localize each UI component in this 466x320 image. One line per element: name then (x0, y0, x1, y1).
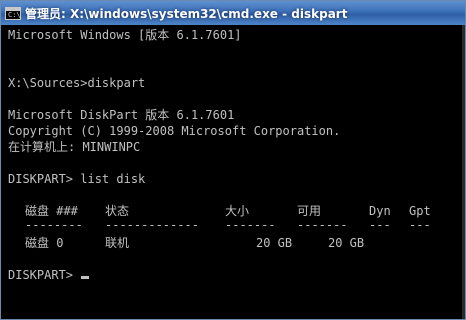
disk-cell: 磁盘 0 (25, 236, 64, 250)
column-separator-dyn: --- (369, 218, 391, 232)
console-prompt-line[interactable]: DISKPART> (8, 267, 90, 283)
console-output[interactable]: Microsoft Windows [版本 6.1.7601] X:\Sourc… (1, 25, 465, 319)
column-separator-size: ------- (225, 218, 276, 232)
status-cell: 联机 (105, 236, 130, 250)
column-separator-status: ------------- (105, 218, 199, 232)
column-separator-free: ------- (297, 218, 348, 232)
cmd-window: C:\ 管理员: X:\windows\system32\cmd.exe - d… (0, 0, 466, 320)
size-cell: 20 GB (256, 236, 293, 250)
window-title: 管理员: X:\windows\system32\cmd.exe - diskp… (25, 6, 348, 21)
title-bar[interactable]: C:\ 管理员: X:\windows\system32\cmd.exe - d… (1, 1, 465, 25)
console-line-computer: 在计算机上: MINWINPC (8, 140, 141, 154)
console-line-version: Microsoft Windows [版本 6.1.7601] (8, 28, 242, 42)
console-line-list-disk: DISKPART> list disk (8, 172, 146, 186)
prompt-text: DISKPART> (8, 268, 81, 282)
column-separator-disk: -------- (25, 218, 83, 232)
console-line-diskpart-command: X:\Sources>diskpart (8, 76, 146, 90)
column-separator-gpt: --- (409, 218, 431, 232)
free-cell: 20 GB (328, 236, 365, 250)
console-line-copyright: Copyright (C) 1999-2008 Microsoft Corpor… (8, 124, 341, 138)
text-cursor (81, 276, 90, 279)
scrollbar[interactable] (462, 25, 465, 319)
console-line-diskpart-version: Microsoft DiskPart 版本 6.1.7601 (8, 108, 235, 122)
cmd-console-icon[interactable]: C:\ (5, 6, 21, 20)
